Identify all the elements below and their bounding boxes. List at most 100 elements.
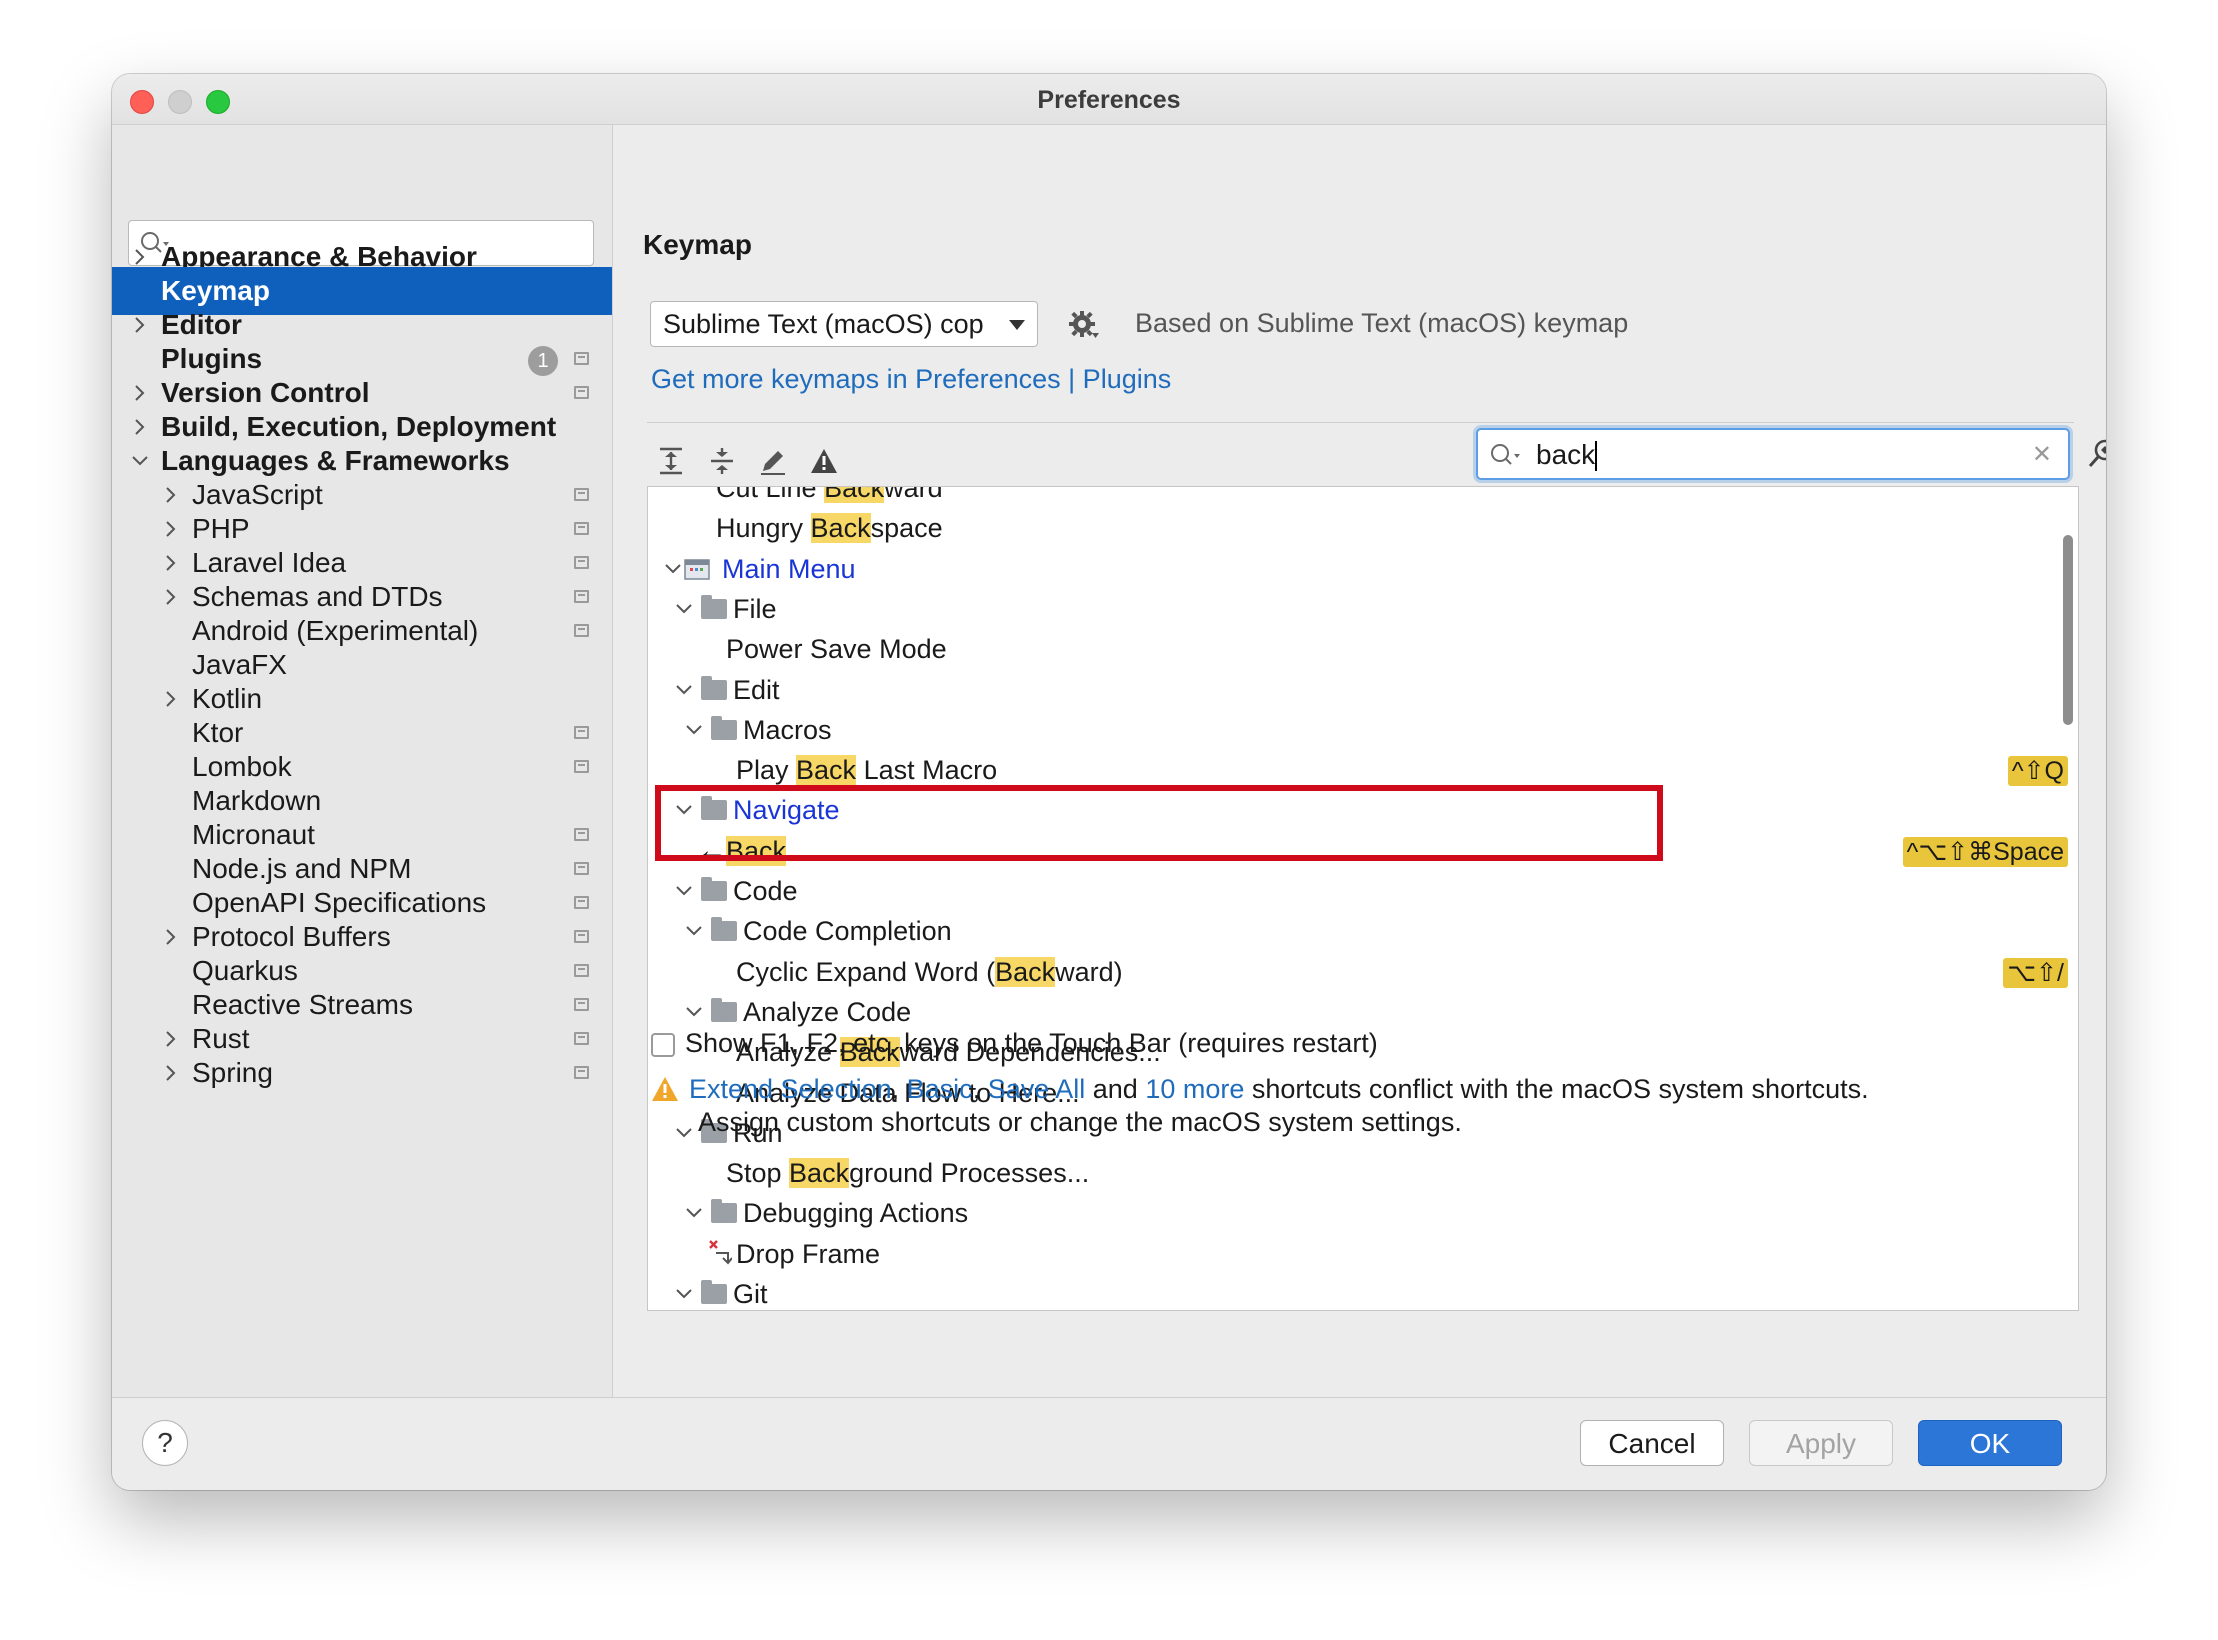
chevron-right-icon[interactable]	[161, 1063, 181, 1083]
label-text: ward	[884, 486, 943, 503]
chevron-down-icon[interactable]	[684, 921, 704, 941]
chevron-right-icon[interactable]	[161, 927, 181, 947]
chevron-right-icon[interactable]	[161, 485, 181, 505]
project-level-icon	[574, 930, 589, 943]
project-level-icon	[574, 828, 589, 841]
chevron-right-icon[interactable]	[130, 417, 150, 437]
shortcut-badge: ⌥⇧/	[2003, 957, 2068, 988]
touchbar-option[interactable]: Show F1, F2, etc. keys on the Touch Bar …	[651, 1028, 1378, 1059]
search-match-highlight: Back	[796, 755, 857, 786]
tree-row-label: Stop Background Processes...	[726, 1153, 1089, 1193]
chevron-right-icon[interactable]	[130, 383, 150, 403]
label-text: space	[870, 513, 943, 544]
edit-shortcut-icon[interactable]	[758, 446, 788, 476]
cancel-button[interactable]: Cancel	[1580, 1420, 1724, 1466]
chevron-down-icon[interactable]	[684, 720, 704, 740]
conflict-link-basic[interactable]: Basic	[907, 1074, 973, 1104]
chevron-down-icon	[1009, 320, 1025, 330]
tree-row-label: Cut Line Backward	[716, 486, 943, 508]
chevron-down-icon[interactable]	[684, 1203, 704, 1223]
chevron-right-icon[interactable]	[161, 553, 181, 573]
warning-and: and	[1085, 1074, 1146, 1104]
tree-action-row[interactable]: Hungry Backspace	[648, 508, 2078, 548]
chevron-down-icon[interactable]	[674, 1123, 694, 1143]
project-level-icon	[574, 590, 589, 603]
tree-row-label: Power Save Mode	[726, 629, 947, 669]
project-level-icon	[574, 1032, 589, 1045]
tree-group-row[interactable]: Code	[648, 871, 2078, 911]
tree-action-row[interactable]: Play Back Last Macro ^⇧Q	[648, 750, 2078, 790]
help-button[interactable]: ?	[142, 1420, 188, 1466]
tree-row-label: Edit	[733, 670, 780, 710]
clear-icon[interactable]: ✕	[2032, 440, 2052, 469]
chevron-right-icon[interactable]	[161, 1029, 181, 1049]
tree-row-label: Main Menu	[722, 549, 856, 589]
gear-icon[interactable]	[1068, 309, 1100, 341]
tree-row-label: Drop Frame	[736, 1234, 880, 1274]
folder-icon	[701, 1280, 727, 1304]
sidebar-item-spring[interactable]: Spring	[112, 1049, 612, 1097]
tree-row-label: Hungry Backspace	[716, 508, 943, 548]
tree-action-row[interactable]: Stop Background Processes...	[648, 1153, 2078, 1193]
warning-separator: ,	[891, 1074, 907, 1104]
label-text: File	[733, 593, 777, 624]
main-menu-icon	[684, 558, 710, 580]
apply-button[interactable]: Apply	[1749, 1420, 1893, 1466]
label-text: Drop Frame	[736, 1238, 881, 1269]
expand-all-icon[interactable]	[657, 446, 685, 476]
chevron-down-icon[interactable]	[684, 1002, 704, 1022]
chevron-down-icon[interactable]	[674, 800, 694, 820]
chevron-down-icon[interactable]	[663, 559, 683, 579]
tree-action-row[interactable]: Drop Frame	[648, 1234, 2078, 1274]
touchbar-checkbox[interactable]	[651, 1033, 675, 1057]
label-text: Main Menu	[722, 553, 856, 584]
project-level-icon	[574, 998, 589, 1011]
keymap-dropdown[interactable]: Sublime Text (macOS) cop	[650, 301, 1038, 347]
separator	[647, 422, 2074, 423]
project-level-icon	[574, 862, 589, 875]
tree-group-row[interactable]: Code Completion	[648, 911, 2078, 951]
keymap-filter-input[interactable]: back ✕	[1476, 428, 2070, 480]
tree-group-row[interactable]: Edit	[648, 670, 2078, 710]
preferences-window: Preferences Appearance & Behavior Keymap E…	[112, 74, 2106, 1490]
tree-group-row[interactable]: Git	[648, 1274, 2078, 1310]
chevron-down-icon[interactable]	[130, 451, 150, 471]
chevron-right-icon[interactable]	[161, 587, 181, 607]
chevron-right-icon[interactable]	[161, 519, 181, 539]
chevron-right-icon[interactable]	[130, 315, 150, 335]
tree-action-row[interactable]: Cut Line Backward	[648, 486, 2078, 508]
tree-group-row[interactable]: File	[648, 589, 2078, 629]
chevron-right-icon[interactable]	[130, 247, 150, 267]
chevron-down-icon[interactable]	[674, 1284, 694, 1304]
find-by-shortcut-icon[interactable]	[2086, 437, 2106, 471]
chevron-right-icon[interactable]	[161, 689, 181, 709]
tree-action-row[interactable]: Cyclic Expand Word (Backward) ⌥⇧/	[648, 952, 2078, 992]
tree-row-label: Play Back Last Macro	[736, 750, 997, 790]
tree-row-label: Debugging Actions	[743, 1193, 968, 1233]
tree-group-row[interactable]: Macros	[648, 710, 2078, 750]
tree-group-row[interactable]: Debugging Actions	[648, 1193, 2078, 1233]
conflict-link-more[interactable]: 10 more	[1145, 1074, 1244, 1104]
project-level-icon	[574, 488, 589, 501]
keymap-actions-tree[interactable]: Cut Line Backward Hungry Backspace Main Me…	[647, 486, 2079, 1311]
tree-group-row[interactable]: Navigate	[648, 790, 2078, 830]
tree-row-label: Navigate	[733, 790, 840, 830]
tree-group-row[interactable]: Analyze Code	[648, 992, 2078, 1032]
ok-button[interactable]: OK	[1918, 1420, 2062, 1466]
label-text: Cyclic Expand Word (	[736, 956, 996, 987]
conflict-link-save-all[interactable]: Save All	[988, 1074, 1086, 1104]
tree-group-row[interactable]: Main Menu	[648, 549, 2078, 589]
project-level-icon	[574, 624, 589, 637]
collapse-all-icon[interactable]	[708, 446, 736, 476]
tree-action-row[interactable]: ← Back ^⌥⇧⌘Space	[648, 831, 2078, 871]
chevron-down-icon[interactable]	[674, 599, 694, 619]
chevron-down-icon[interactable]	[674, 881, 694, 901]
folder-icon	[711, 1199, 737, 1224]
conflict-link-extend-selection[interactable]: Extend Selection	[689, 1074, 892, 1104]
tree-scrollbar[interactable]	[2063, 535, 2073, 725]
tree-row-label: Back	[726, 831, 787, 871]
conflicts-warning-icon[interactable]	[809, 446, 839, 476]
get-more-keymaps-link[interactable]: Get more keymaps in Preferences | Plugin…	[651, 364, 1171, 395]
chevron-down-icon[interactable]	[674, 680, 694, 700]
tree-action-row[interactable]: Power Save Mode	[648, 629, 2078, 669]
